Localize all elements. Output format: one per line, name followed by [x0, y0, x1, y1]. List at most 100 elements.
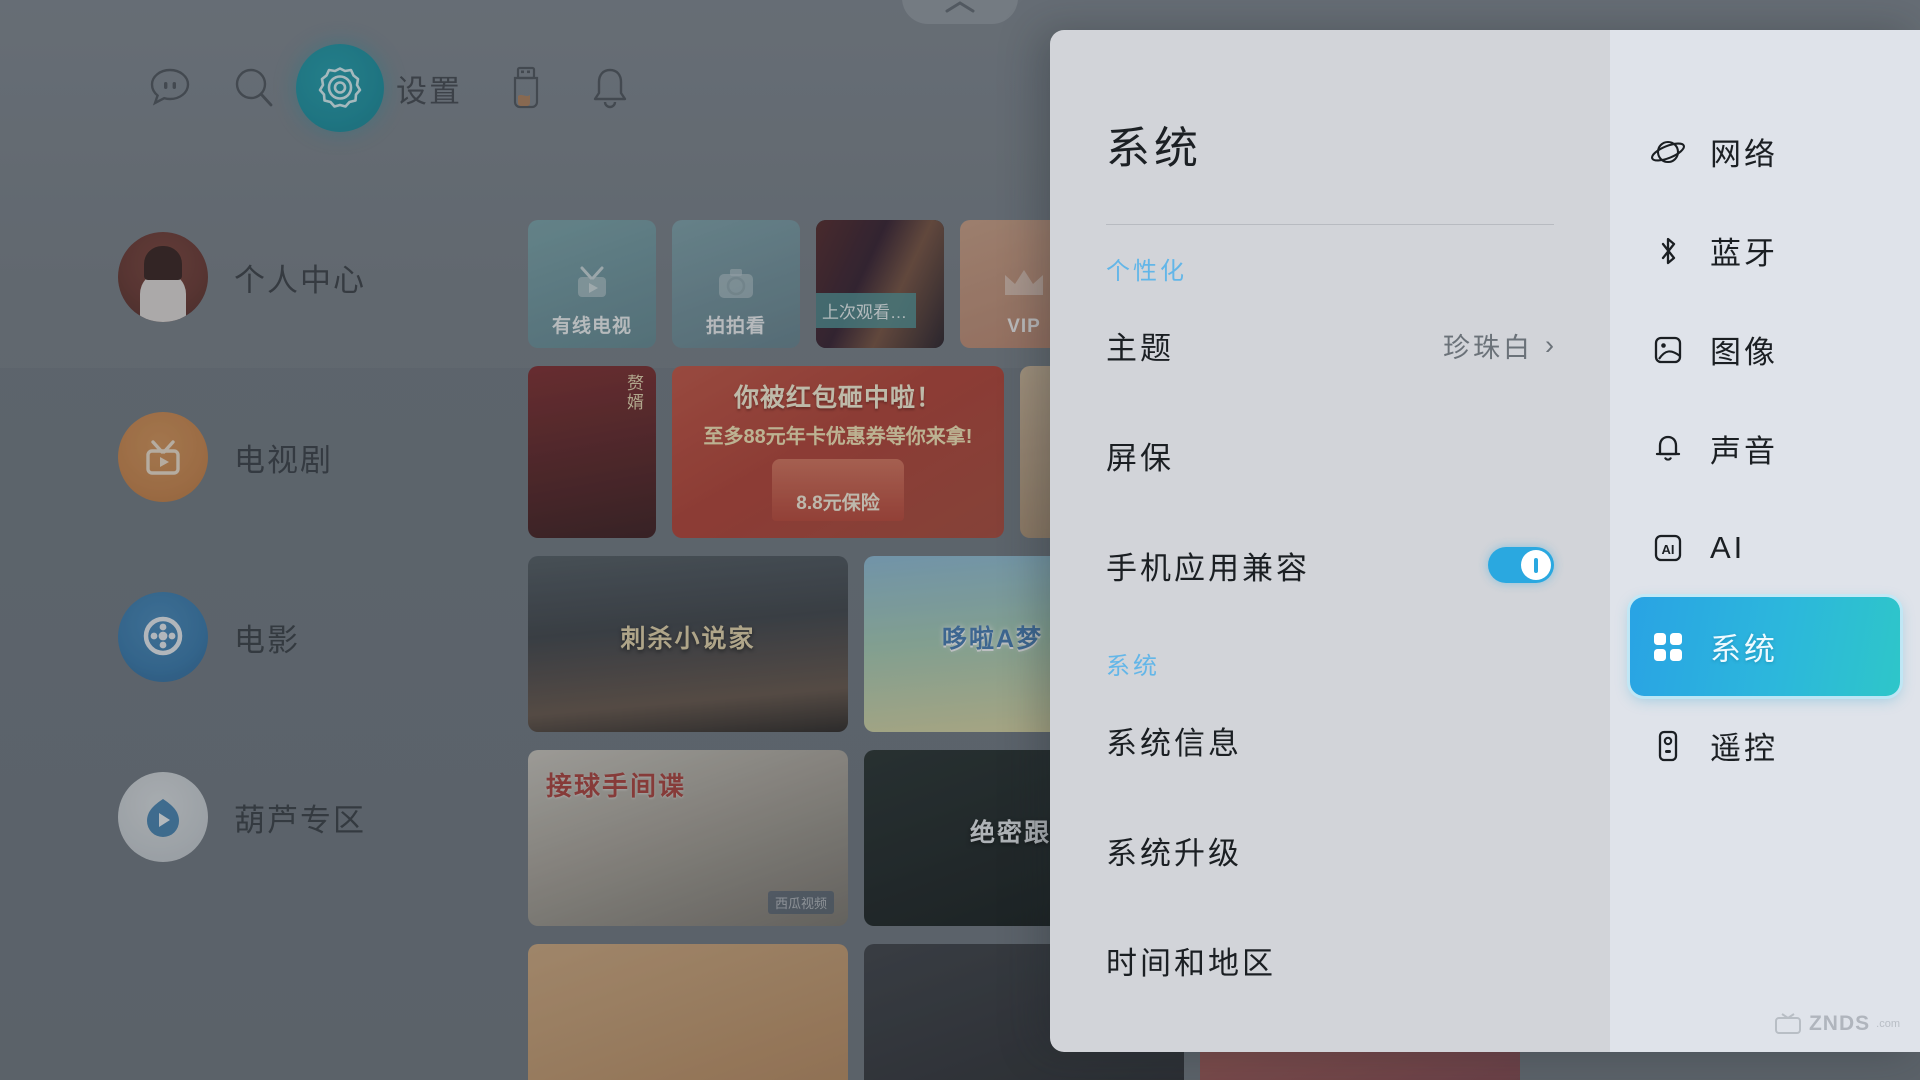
card-movie-spy[interactable]: 接球手间谍 西瓜视频 — [528, 750, 848, 926]
nav-item-search[interactable] — [212, 46, 296, 130]
svg-text:AI: AI — [1662, 542, 1675, 557]
nav-item-settings[interactable] — [296, 44, 384, 132]
sidebar-item-movies[interactable]: 电影 — [118, 592, 366, 682]
setting-row-system-upgrade[interactable]: 系统升级 — [1106, 795, 1554, 905]
chevron-up-icon — [945, 1, 975, 13]
screen-root: 设置 个人中心 电视剧 电影 葫芦专区 有线电视 拍拍看 上次观看… VIP 赘… — [0, 0, 1920, 1080]
menu-item-label: 网络 — [1710, 137, 1778, 172]
bell-icon — [593, 68, 627, 109]
toggle-knob — [1521, 550, 1551, 580]
setting-row-time-region[interactable]: 时间和地区 — [1106, 905, 1554, 1015]
user-avatar-icon — [118, 232, 208, 322]
section-header-system: 系统 — [1106, 653, 1160, 680]
menu-item-label: 声音 — [1710, 434, 1778, 469]
page-title: 系统 — [1106, 124, 1202, 173]
sidebar-item-label: 葫芦专区 — [234, 802, 366, 838]
tv-watermark-icon — [1774, 1013, 1801, 1034]
remote-control-icon — [1648, 728, 1688, 764]
settings-overlay: 系统 个性化 主题 珍珠白 › 屏保 手机应用兼容 系统 系统信息 系统升级 时… — [1050, 30, 1920, 1052]
sidebar-item-label: 电视剧 — [234, 442, 333, 478]
cable-tv-icon — [578, 266, 606, 297]
setting-row-screensaver[interactable]: 屏保 — [1106, 400, 1554, 510]
crown-icon — [1005, 270, 1043, 295]
last-watched-poster — [816, 220, 944, 348]
menu-item-picture[interactable]: 图像 — [1630, 300, 1900, 399]
picture-icon — [1648, 332, 1688, 368]
nav-settings-label: 设置 — [396, 73, 462, 109]
menu-item-label: 蓝牙 — [1710, 236, 1778, 271]
setting-label: 系统升级 — [1106, 835, 1242, 871]
usb-drive-icon — [513, 66, 539, 109]
tile-label: 有线电视 — [551, 316, 632, 337]
setting-label: 主题 — [1106, 330, 1174, 366]
bluetooth-icon — [1648, 233, 1688, 269]
tile-photo[interactable]: 拍拍看 — [672, 220, 800, 348]
camera-icon — [719, 269, 753, 298]
nav-item-usb[interactable] — [484, 46, 568, 130]
card-title: 接球手间谍 — [546, 771, 687, 801]
last-watched-badge: 上次观看… — [816, 293, 916, 328]
movie-reel-icon — [118, 592, 208, 682]
left-sidebar: 个人中心 电视剧 电影 葫芦专区 — [118, 232, 366, 862]
tile-cable-tv[interactable]: 有线电视 — [528, 220, 656, 348]
menu-item-label: 系统 — [1710, 632, 1778, 667]
menu-item-label: AI — [1710, 529, 1746, 565]
card-movie-extra-3[interactable] — [528, 944, 848, 1080]
sidebar-item-huluzone[interactable]: 葫芦专区 — [118, 772, 366, 862]
banner-line-1: 你被红包砸中啦！ — [733, 384, 942, 412]
menu-item-label: 图像 — [1710, 335, 1778, 370]
sidebar-item-tvseries[interactable]: 电视剧 — [118, 412, 366, 502]
nav-item-chat[interactable] — [128, 46, 212, 130]
banner-line-3: 8.8元保险 — [796, 493, 880, 514]
setting-label: 手机应用兼容 — [1106, 550, 1310, 586]
menu-item-ai[interactable]: AI AI — [1630, 498, 1900, 597]
znds-watermark: ZNDS .com — [1773, 1012, 1900, 1036]
gear-icon — [318, 67, 362, 108]
settings-detail-pane: 系统 个性化 主题 珍珠白 › 屏保 手机应用兼容 系统 系统信息 系统升级 时… — [1050, 30, 1610, 1052]
setting-value: 珍珠白 — [1443, 332, 1533, 363]
menu-item-remote[interactable]: 遥控 — [1630, 696, 1900, 795]
znds-brand: ZNDS — [1808, 1012, 1871, 1035]
bell-sound-icon — [1648, 431, 1688, 467]
setting-label: 时间和地区 — [1106, 945, 1276, 981]
card-title: 刺杀小说家 — [620, 624, 756, 653]
section-header-personalization: 个性化 — [1106, 258, 1187, 285]
setting-row-theme[interactable]: 主题 珍珠白 › — [1106, 290, 1554, 400]
menu-item-label: 遥控 — [1710, 731, 1778, 766]
ai-icon: AI — [1648, 530, 1688, 566]
setting-control: 珍珠白 › — [1443, 326, 1554, 365]
znds-suffix: .com — [1876, 1018, 1900, 1030]
nav-item-notifications[interactable] — [568, 46, 652, 130]
pull-down-handle[interactable] — [902, 0, 1018, 24]
setting-label: 屏保 — [1106, 440, 1174, 476]
menu-item-bluetooth[interactable]: 蓝牙 — [1630, 201, 1900, 300]
card-drama-zhuixu[interactable]: 赘婿 — [528, 366, 656, 538]
menu-item-network[interactable]: 网络 — [1630, 102, 1900, 201]
top-navigation: 设置 — [128, 44, 652, 132]
promo-banner[interactable]: 你被红包砸中啦！ 至多88元年卡优惠券等你来拿! 8.8元保险 — [672, 366, 1004, 538]
toggle-switch-phone-app-compat[interactable] — [1488, 547, 1554, 583]
grid-squares-icon — [1648, 630, 1688, 664]
sidebar-item-label: 电影 — [234, 622, 300, 658]
setting-row-phone-app-compat[interactable]: 手机应用兼容 — [1106, 510, 1554, 620]
banner-line-2: 至多88元年卡优惠券等你来拿! — [703, 426, 973, 448]
tile-label: 拍拍看 — [705, 316, 766, 337]
sidebar-item-profile[interactable]: 个人中心 — [118, 232, 366, 322]
card-movie-killer[interactable]: 刺杀小说家 — [528, 556, 848, 732]
title-divider — [1106, 224, 1554, 225]
menu-item-sound[interactable]: 声音 — [1630, 399, 1900, 498]
chevron-right-icon: › — [1545, 329, 1554, 360]
search-icon — [235, 68, 273, 107]
tv-series-icon — [118, 412, 208, 502]
setting-row-system-info[interactable]: 系统信息 — [1106, 685, 1554, 795]
planet-network-icon — [1648, 134, 1688, 170]
hulu-zone-icon — [118, 772, 208, 862]
settings-category-menu: 网络 蓝牙 图像 声音 AI AI 系统 遥控 ZNDS .com — [1610, 30, 1920, 1052]
tile-last-watched[interactable]: 上次观看… — [816, 220, 944, 348]
chat-bubble-icon — [150, 68, 190, 106]
card-tag: 赘婿 — [624, 374, 643, 412]
menu-item-system[interactable]: 系统 — [1630, 597, 1900, 696]
sidebar-item-label: 个人中心 — [234, 262, 366, 298]
video-source-watermark: 西瓜视频 — [767, 891, 834, 914]
banner-price-box: 8.8元保险 — [772, 459, 904, 521]
